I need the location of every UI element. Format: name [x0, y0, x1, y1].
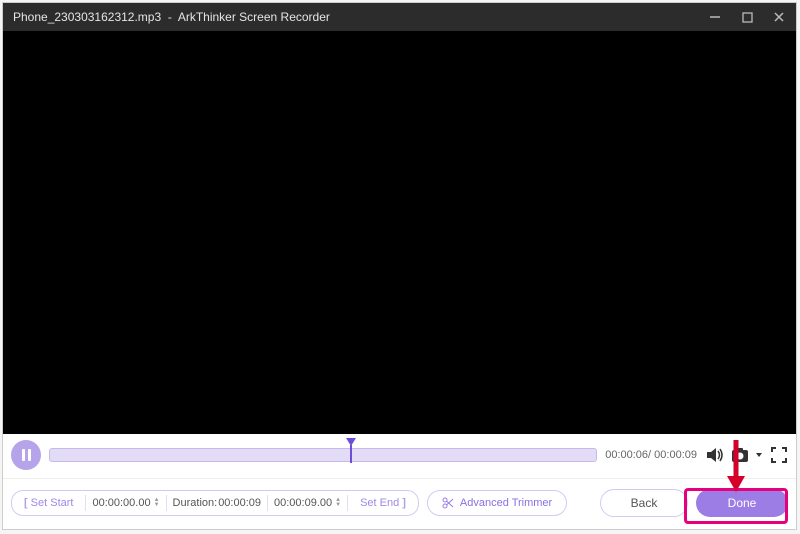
pause-button[interactable]: [11, 440, 41, 470]
titlebar: Phone_230303162312.mp3 - ArkThinker Scre…: [3, 3, 796, 31]
start-time-down[interactable]: ▼: [154, 503, 160, 508]
fullscreen-icon[interactable]: [770, 446, 788, 464]
time-display: 00:00:06/ 00:00:09: [605, 449, 697, 461]
trim-group: [ Set Start 00:00:00.00 ▲▼ Duration:00:0…: [11, 490, 419, 516]
set-start-button[interactable]: [ Set Start: [12, 491, 85, 515]
end-time-field[interactable]: 00:00:09.00 ▲▼: [268, 491, 347, 515]
window-title: Phone_230303162312.mp3 - ArkThinker Scre…: [13, 10, 708, 24]
filename-text: Phone_230303162312.mp3: [13, 10, 161, 24]
controls-panel: 00:00:06/ 00:00:09 [: [3, 434, 796, 529]
snapshot-icon[interactable]: [731, 447, 751, 463]
duration-display: Duration:00:00:09: [167, 491, 267, 515]
video-preview-area: [3, 31, 796, 434]
advanced-trimmer-button[interactable]: Advanced Trimmer: [427, 490, 567, 516]
maximize-button[interactable]: [740, 10, 754, 24]
done-button[interactable]: Done: [696, 489, 788, 517]
snapshot-dropdown-icon[interactable]: [754, 450, 764, 460]
volume-icon[interactable]: [705, 446, 725, 464]
end-time-down[interactable]: ▼: [335, 503, 341, 508]
scissors-icon: [442, 497, 454, 509]
timeline-track[interactable]: [49, 444, 597, 466]
window-controls: [708, 10, 786, 24]
back-button[interactable]: Back: [600, 489, 688, 517]
progress-row: 00:00:06/ 00:00:09: [3, 440, 796, 478]
start-time-field[interactable]: 00:00:00.00 ▲▼: [86, 491, 165, 515]
close-button[interactable]: [772, 10, 786, 24]
bottom-toolbar: [ Set Start 00:00:00.00 ▲▼ Duration:00:0…: [3, 479, 796, 529]
app-name-text: ArkThinker Screen Recorder: [178, 10, 330, 24]
set-end-button[interactable]: Set End ]: [348, 491, 418, 515]
app-window: Phone_230303162312.mp3 - ArkThinker Scre…: [2, 2, 797, 530]
minimize-button[interactable]: [708, 10, 722, 24]
